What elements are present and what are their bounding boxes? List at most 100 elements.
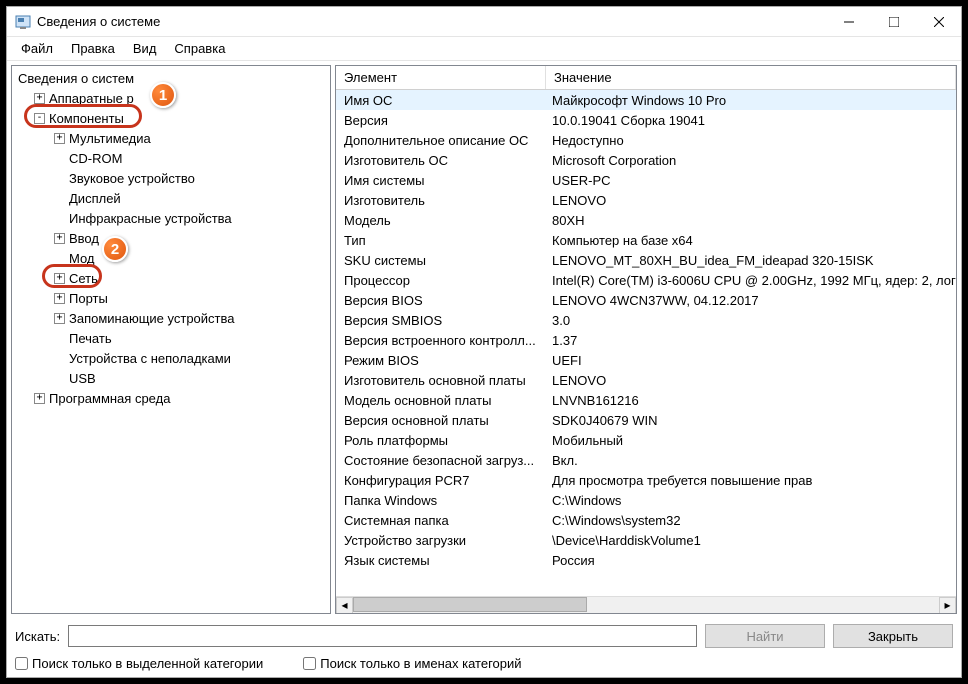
check-only-names[interactable] bbox=[303, 657, 316, 670]
table-row[interactable]: Имя ОСМайкрософт Windows 10 Pro bbox=[336, 90, 956, 110]
tree-components[interactable]: -Компоненты bbox=[16, 108, 326, 128]
expand-icon[interactable]: + bbox=[54, 133, 65, 144]
search-input[interactable] bbox=[68, 625, 697, 647]
table-row[interactable]: Модель основной платыLNVNB161216 bbox=[336, 390, 956, 410]
cell-value: Компьютер на базе x64 bbox=[546, 233, 956, 248]
cell-element: SKU системы bbox=[336, 253, 546, 268]
menu-edit[interactable]: Правка bbox=[63, 39, 123, 58]
maximize-button[interactable] bbox=[871, 7, 916, 36]
menu-help[interactable]: Справка bbox=[166, 39, 233, 58]
tree-input[interactable]: +Ввод bbox=[16, 228, 326, 248]
cell-element: Системная папка bbox=[336, 513, 546, 528]
table-row[interactable]: Версия SMBIOS3.0 bbox=[336, 310, 956, 330]
table-row[interactable]: Роль платформыМобильный bbox=[336, 430, 956, 450]
tree-hardware[interactable]: +Аппаратные р bbox=[16, 88, 326, 108]
tree-sound[interactable]: Звуковое устройство bbox=[16, 168, 326, 188]
scroll-right-icon[interactable]: ▸ bbox=[939, 597, 956, 614]
table-row[interactable]: Имя системыUSER-PC bbox=[336, 170, 956, 190]
close-button[interactable] bbox=[916, 7, 961, 36]
tree-mod[interactable]: Мод bbox=[16, 248, 326, 268]
collapse-icon[interactable]: - bbox=[34, 113, 45, 124]
menu-view[interactable]: Вид bbox=[125, 39, 165, 58]
table-row[interactable]: Папка WindowsC:\Windows bbox=[336, 490, 956, 510]
check-only-selected-label[interactable]: Поиск только в выделенной категории bbox=[15, 656, 263, 671]
tree-usb[interactable]: USB bbox=[16, 368, 326, 388]
table-row[interactable]: Режим BIOSUEFI bbox=[336, 350, 956, 370]
cell-element: Версия основной платы bbox=[336, 413, 546, 428]
menu-file[interactable]: Файл bbox=[13, 39, 61, 58]
cell-value: C:\Windows bbox=[546, 493, 956, 508]
cell-value: LNVNB161216 bbox=[546, 393, 956, 408]
cell-element: Изготовитель основной платы bbox=[336, 373, 546, 388]
cell-value: SDK0J40679 WIN bbox=[546, 413, 956, 428]
expand-icon[interactable]: + bbox=[54, 273, 65, 284]
cell-element: Папка Windows bbox=[336, 493, 546, 508]
check-only-names-label[interactable]: Поиск только в именах категорий bbox=[303, 656, 521, 671]
cell-value: \Device\HarddiskVolume1 bbox=[546, 533, 956, 548]
details-header: Элемент Значение bbox=[336, 66, 956, 90]
scroll-track[interactable] bbox=[353, 597, 939, 614]
tree-software-env[interactable]: +Программная среда bbox=[16, 388, 326, 408]
table-row[interactable]: Дополнительное описание ОСНедоступно bbox=[336, 130, 956, 150]
tree-print[interactable]: Печать bbox=[16, 328, 326, 348]
expand-icon[interactable]: + bbox=[54, 233, 65, 244]
table-row[interactable]: Язык системыРоссия bbox=[336, 550, 956, 570]
cell-value: Вкл. bbox=[546, 453, 956, 468]
tree-infrared[interactable]: Инфракрасные устройства bbox=[16, 208, 326, 228]
details-body: Имя ОСМайкрософт Windows 10 ProВерсия10.… bbox=[336, 90, 956, 596]
tree-multimedia[interactable]: +Мультимедиа bbox=[16, 128, 326, 148]
cell-value: LENOVO bbox=[546, 193, 956, 208]
table-row[interactable]: Системная папкаC:\Windows\system32 bbox=[336, 510, 956, 530]
cell-value: 3.0 bbox=[546, 313, 956, 328]
expand-icon[interactable]: + bbox=[54, 293, 65, 304]
find-button[interactable]: Найти bbox=[705, 624, 825, 648]
tree-network[interactable]: +Сеть bbox=[16, 268, 326, 288]
table-row[interactable]: Состояние безопасной загруз...Вкл. bbox=[336, 450, 956, 470]
table-row[interactable]: Версия основной платыSDK0J40679 WIN bbox=[336, 410, 956, 430]
cell-value: LENOVO bbox=[546, 373, 956, 388]
window-title: Сведения о системе bbox=[37, 14, 826, 29]
tree-panel: Сведения о систем +Аппаратные р -Компоне… bbox=[11, 65, 331, 614]
tree-storage[interactable]: +Запоминающие устройства bbox=[16, 308, 326, 328]
column-value[interactable]: Значение bbox=[546, 66, 956, 89]
minimize-button[interactable] bbox=[826, 7, 871, 36]
cell-element: Версия встроенного контролл... bbox=[336, 333, 546, 348]
cell-value: Для просмотра требуется повышение прав bbox=[546, 473, 956, 488]
app-icon bbox=[15, 14, 31, 30]
table-row[interactable]: Устройство загрузки\Device\HarddiskVolum… bbox=[336, 530, 956, 550]
close-search-button[interactable]: Закрыть bbox=[833, 624, 953, 648]
scroll-left-icon[interactable]: ◂ bbox=[336, 597, 353, 614]
horizontal-scrollbar[interactable]: ◂ ▸ bbox=[336, 596, 956, 613]
tree-root[interactable]: Сведения о систем bbox=[16, 68, 326, 88]
check-only-selected[interactable] bbox=[15, 657, 28, 670]
scroll-thumb[interactable] bbox=[353, 597, 587, 612]
expand-icon[interactable]: + bbox=[34, 393, 45, 404]
table-row[interactable]: Изготовитель ОСMicrosoft Corporation bbox=[336, 150, 956, 170]
cell-element: Дополнительное описание ОС bbox=[336, 133, 546, 148]
search-label: Искать: bbox=[15, 629, 60, 644]
table-row[interactable]: Версия10.0.19041 Сборка 19041 bbox=[336, 110, 956, 130]
column-element[interactable]: Элемент bbox=[336, 66, 546, 89]
cell-element: Модель bbox=[336, 213, 546, 228]
table-row[interactable]: ИзготовительLENOVO bbox=[336, 190, 956, 210]
table-row[interactable]: Модель80XH bbox=[336, 210, 956, 230]
table-row[interactable]: Конфигурация PCR7Для просмотра требуется… bbox=[336, 470, 956, 490]
tree-display[interactable]: Дисплей bbox=[16, 188, 326, 208]
expand-icon[interactable]: + bbox=[34, 93, 45, 104]
tree-ports[interactable]: +Порты bbox=[16, 288, 326, 308]
table-row[interactable]: Версия встроенного контролл...1.37 bbox=[336, 330, 956, 350]
table-row[interactable]: SKU системыLENOVO_MT_80XH_BU_idea_FM_ide… bbox=[336, 250, 956, 270]
details-panel: Элемент Значение Имя ОСМайкрософт Window… bbox=[335, 65, 957, 614]
titlebar: Сведения о системе bbox=[7, 7, 961, 37]
expand-icon[interactable]: + bbox=[54, 313, 65, 324]
table-row[interactable]: ТипКомпьютер на базе x64 bbox=[336, 230, 956, 250]
cell-element: Язык системы bbox=[336, 553, 546, 568]
search-panel: Искать: Найти Закрыть Поиск только в выд… bbox=[7, 614, 961, 677]
table-row[interactable]: Изготовитель основной платыLENOVO bbox=[336, 370, 956, 390]
cell-value: Microsoft Corporation bbox=[546, 153, 956, 168]
table-row[interactable]: Версия BIOSLENOVO 4WCN37WW, 04.12.2017 bbox=[336, 290, 956, 310]
tree-cdrom[interactable]: CD-ROM bbox=[16, 148, 326, 168]
table-row[interactable]: ПроцессорIntel(R) Core(TM) i3-6006U CPU … bbox=[336, 270, 956, 290]
cell-value: UEFI bbox=[546, 353, 956, 368]
tree-problem-devices[interactable]: Устройства с неполадками bbox=[16, 348, 326, 368]
